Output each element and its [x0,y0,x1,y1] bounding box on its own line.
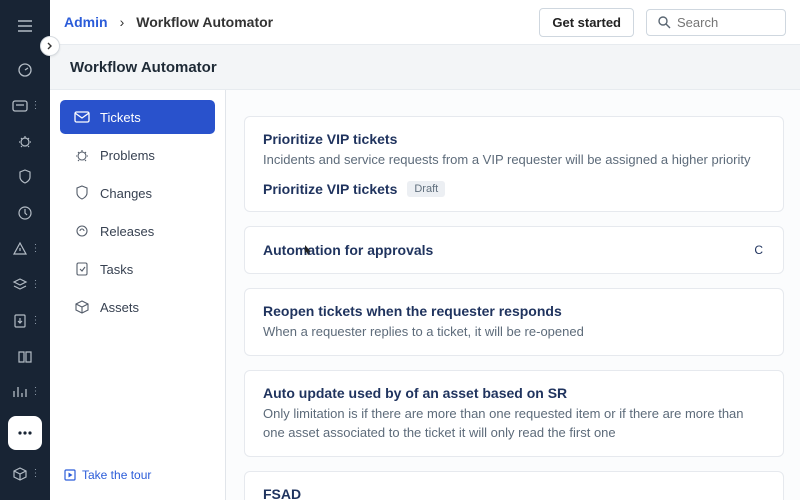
reports-icon [11,383,29,401]
workflow-card[interactable]: Reopen tickets when the requester respon… [244,288,784,356]
global-search[interactable] [646,9,786,36]
sidebar-item-changes[interactable]: Changes [60,176,215,210]
chevron-right-icon: › [120,14,125,30]
breadcrumb-root[interactable]: Admin [64,14,108,30]
rail-item-problems[interactable] [0,126,50,158]
bug-icon [16,132,34,150]
alerts-icon [11,240,29,258]
page-title: Workflow Automator [70,59,217,76]
search-icon [657,15,671,29]
workflow-marker: C [752,241,765,259]
dashboard-icon [16,61,34,79]
main-column: Admin › Workflow Automator Get started W… [50,0,800,500]
workflow-card[interactable]: Automation for approvals C [244,226,784,274]
rail-item-more[interactable] [8,416,42,450]
workflow-description: Only limitation is if there are more tha… [263,405,765,441]
sidebar-item-tickets[interactable]: Tickets [60,100,215,134]
rail-expand-toggle[interactable] [40,36,60,56]
workarea: Tickets Problems Changes Releases [50,90,800,500]
sidebar-item-label: Tasks [100,262,133,277]
rail-item-inventory[interactable]: ⋮ [0,269,50,301]
sidebar-item-label: Assets [100,300,139,315]
knowledge-icon [16,348,34,366]
rocket-icon [74,223,90,239]
sidebar-item-label: Releases [100,224,154,239]
sidebar-item-problems[interactable]: Problems [60,138,215,172]
rail-item-releases[interactable] [0,197,50,229]
rail-item-export[interactable]: ⋮ [0,305,50,337]
workflow-title: Prioritize VIP tickets [263,181,397,197]
overflow-dots-icon: ⋮ [31,316,40,326]
overflow-dots-icon: ⋮ [31,469,40,479]
check-icon [74,261,90,277]
play-icon [64,469,76,481]
rail-item-knowledge[interactable] [0,341,50,373]
page-title-band: Workflow Automator [50,44,800,90]
bug-icon [74,147,90,163]
search-input[interactable] [677,15,775,30]
rail-item-changes[interactable] [0,161,50,193]
rail-item-reports[interactable]: ⋮ [0,376,50,408]
get-started-button[interactable]: Get started [539,8,634,37]
chevron-right-icon [46,42,54,50]
category-sidebar: Tickets Problems Changes Releases [50,90,226,500]
workflow-title: FSAD [263,486,765,500]
rail-item-dashboard[interactable] [0,54,50,86]
workflow-title: Auto update used by of an asset based on… [263,385,765,401]
workflow-description: When a requester replies to a ticket, it… [263,323,765,341]
rail-item-tickets[interactable]: ⋮ [0,90,50,122]
workflow-card[interactable]: Auto update used by of an asset based on… [244,370,784,456]
breadcrumb-current: Workflow Automator [136,14,273,30]
shield-icon [16,168,34,186]
overflow-dots-icon: ⋮ [31,101,40,111]
overflow-dots-icon: ⋮ [31,387,40,397]
rail-item-alerts[interactable]: ⋮ [0,233,50,265]
sidebar-item-label: Problems [100,148,155,163]
shield-icon [74,185,90,201]
take-tour-label: Take the tour [82,468,151,482]
hamburger-icon [16,17,34,35]
workflow-description: Incidents and service requests from a VI… [263,151,765,169]
tickets-icon [11,97,29,115]
sidebar-item-label: Tickets [100,110,141,125]
sidebar-item-releases[interactable]: Releases [60,214,215,248]
status-badge: Draft [407,181,445,197]
export-icon [11,312,29,330]
release-icon [16,204,34,222]
topbar: Admin › Workflow Automator Get started [50,0,800,44]
rail-item-apps[interactable]: ⋮ [0,458,50,490]
sidebar-item-assets[interactable]: Assets [60,290,215,324]
inventory-icon [11,276,29,294]
overflow-dots-icon: ⋮ [31,280,40,290]
workflow-card[interactable]: FSAD [244,471,784,500]
sidebar-item-label: Changes [100,186,152,201]
overflow-dots-icon: ⋮ [31,244,40,254]
take-tour-link[interactable]: Take the tour [64,468,211,482]
rail-hamburger[interactable] [0,10,50,42]
cube-icon [74,299,90,315]
workflow-title: Reopen tickets when the requester respon… [263,303,765,319]
workflow-title: Automation for approvals [263,242,433,258]
box-icon [11,465,29,483]
more-icon [16,424,34,442]
app-nav-rail: ⋮ ⋮ ⋮ ⋮ [0,0,50,500]
workflow-list: Prioritize VIP tickets Incidents and ser… [226,90,800,500]
sidebar-item-tasks[interactable]: Tasks [60,252,215,286]
workflow-card[interactable]: Prioritize VIP tickets Incidents and ser… [244,116,784,212]
mail-icon [74,109,90,125]
cursor-pointer-icon [300,244,314,258]
workflow-title: Prioritize VIP tickets [263,131,765,147]
